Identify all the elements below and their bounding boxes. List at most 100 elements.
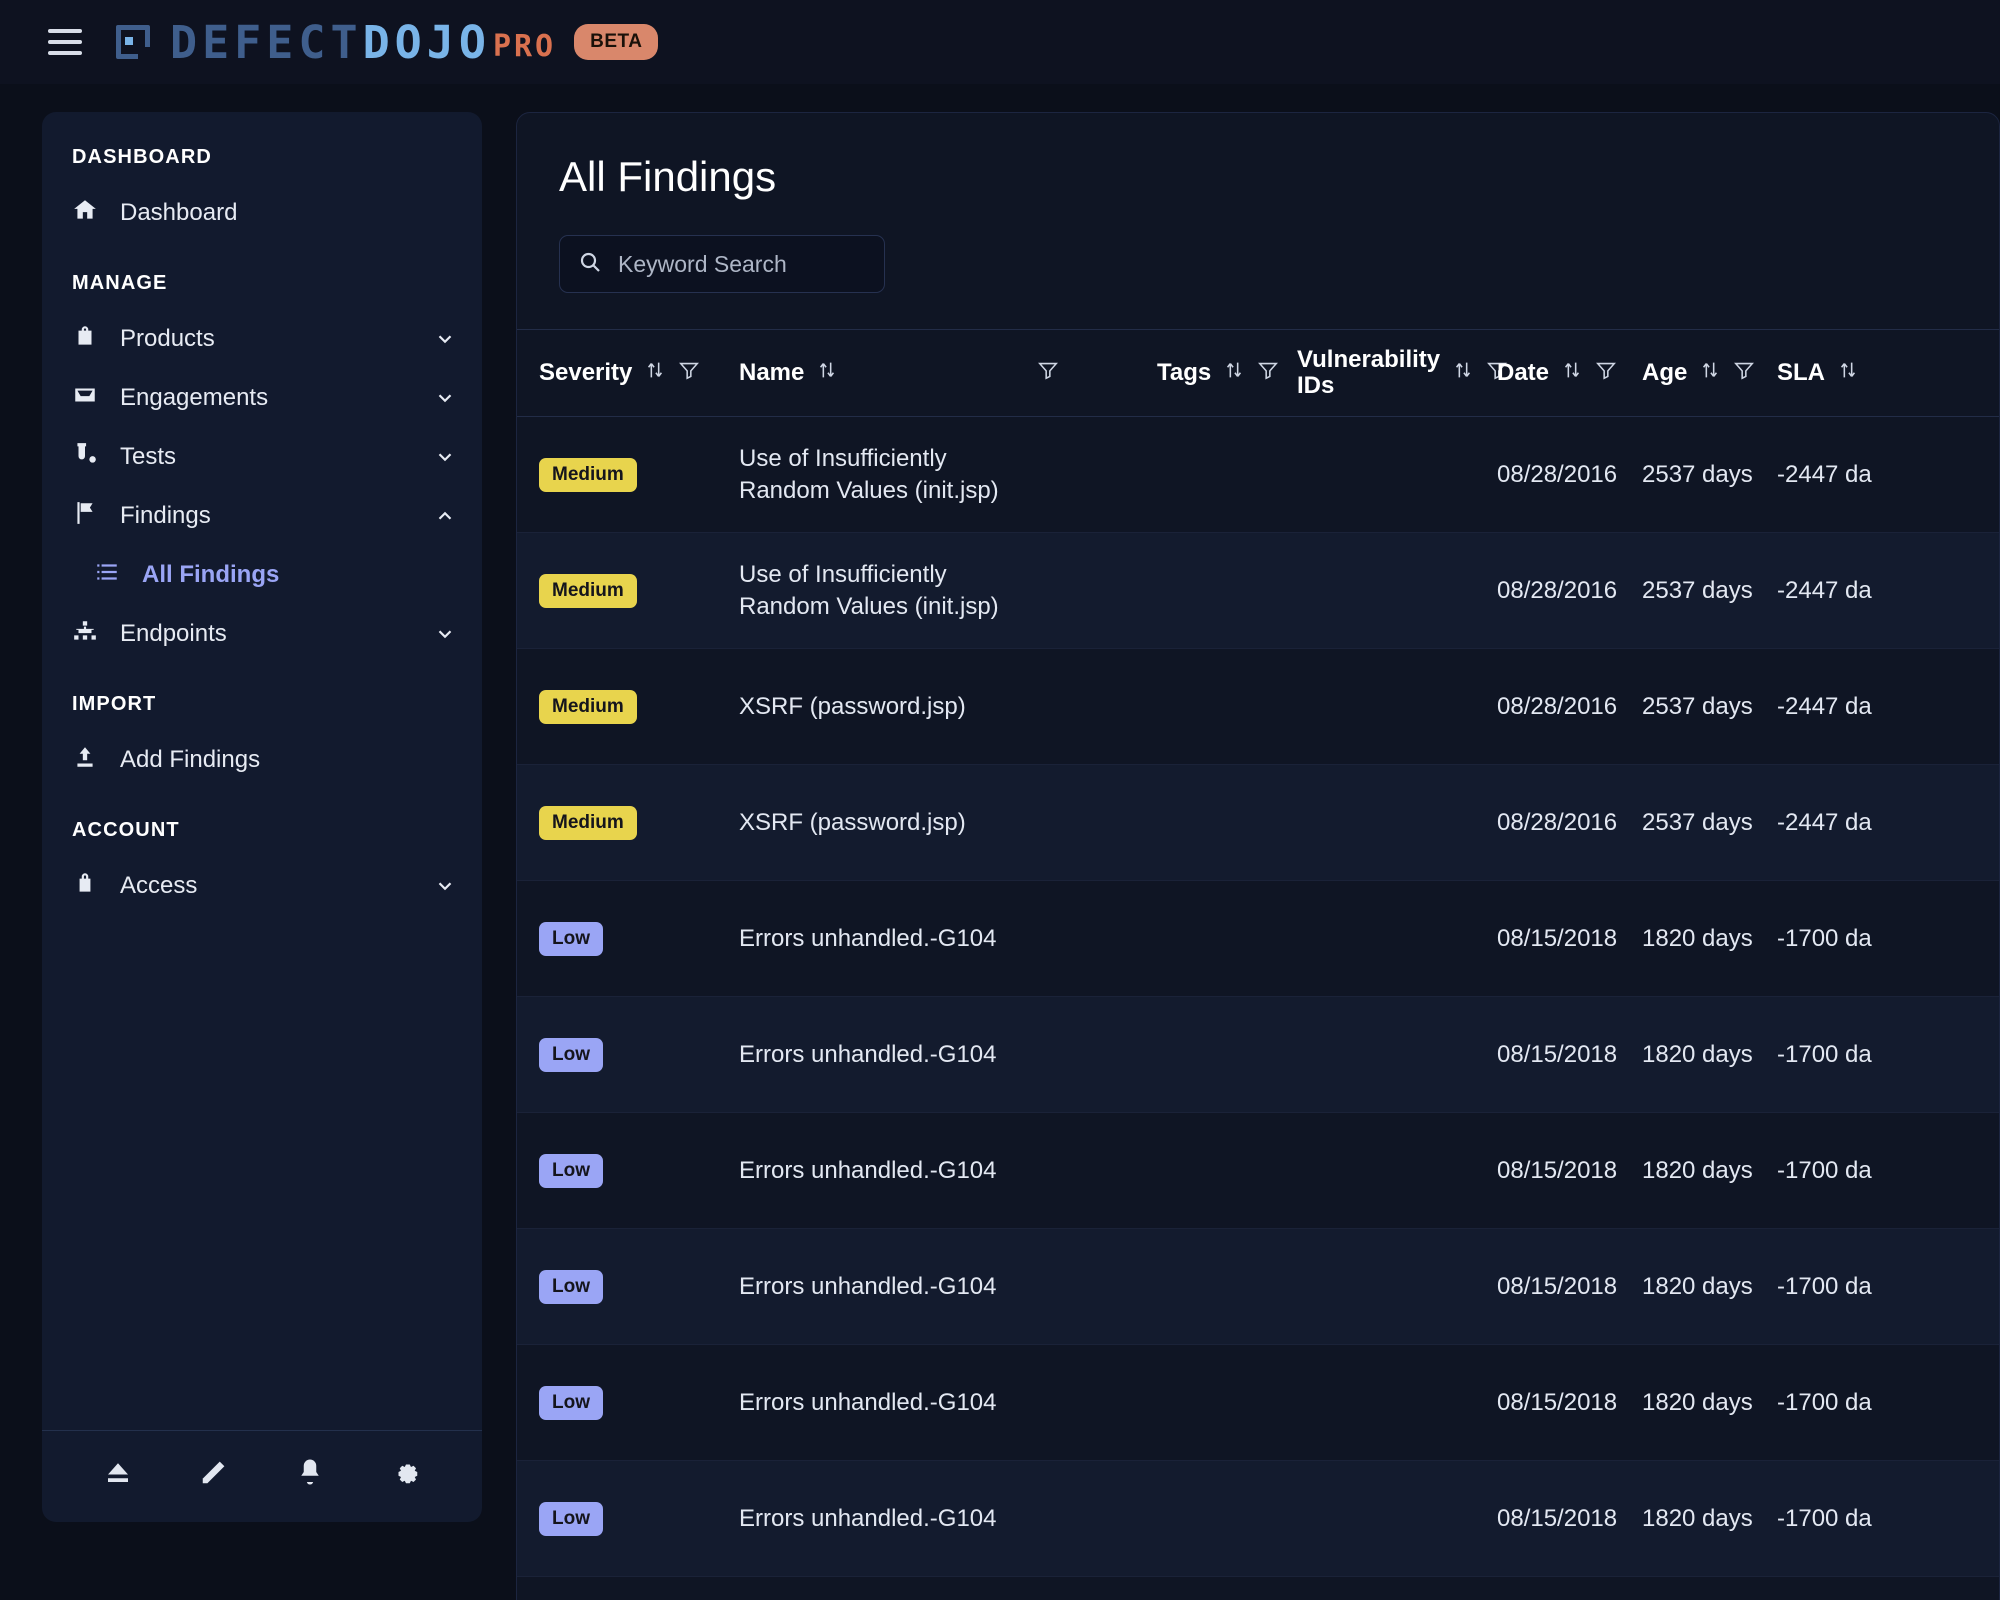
chevron-down-icon[interactable] [434, 387, 456, 409]
chevron-down-icon[interactable] [434, 623, 456, 645]
cell-age: 1820 days [1642, 1041, 1777, 1069]
cell-severity: Low [539, 1386, 739, 1420]
filter-icon[interactable] [1595, 359, 1617, 388]
table-row[interactable]: LowErrors unhandled.-G10408/15/20181820 … [517, 881, 1999, 997]
table-row[interactable]: LowErrors unhandled.-G10408/15/20181820 … [517, 1113, 1999, 1229]
column-label: Tags [1157, 360, 1211, 386]
column-header-name-filter[interactable] [1037, 359, 1157, 388]
severity-badge: Medium [539, 690, 637, 724]
search-box[interactable] [559, 235, 885, 293]
table-row[interactable]: MediumXSRF (password.jsp)08/28/20162537 … [517, 765, 1999, 881]
sidebar-item-engagements[interactable]: Engagements [42, 368, 482, 427]
cell-age: 2537 days [1642, 693, 1777, 721]
table-row[interactable]: LowErrors unhandled.-G10408/15/20181820 … [517, 1229, 1999, 1345]
top-bar: DEFECT DOJO PRO BETA [0, 0, 2000, 84]
column-label: Date [1497, 360, 1549, 386]
sort-icon[interactable] [644, 359, 666, 388]
cell-severity: Low [539, 1502, 739, 1536]
sidebar-item-label: Tests [120, 443, 412, 471]
sort-icon[interactable] [816, 359, 838, 388]
eject-icon[interactable] [103, 1457, 133, 1492]
column-header-sla[interactable]: SLA [1777, 359, 1912, 388]
cell-severity: Low [539, 922, 739, 956]
brand-defect: DEFECT [170, 16, 363, 69]
sort-icon[interactable] [1223, 359, 1245, 388]
cell-sla: -1700 da [1777, 1505, 1912, 1533]
severity-badge: Low [539, 1038, 603, 1072]
table-body: MediumUse of Insufficiently Random Value… [517, 417, 1999, 1577]
sidebar-item-tests[interactable]: Tests [42, 427, 482, 486]
cell-sla: -1700 da [1777, 1157, 1912, 1185]
column-header-date[interactable]: Date [1497, 359, 1642, 388]
sort-icon[interactable] [1561, 359, 1583, 388]
sidebar-item-dashboard[interactable]: Dashboard [42, 183, 482, 242]
hamburger-icon[interactable] [48, 29, 82, 55]
sort-icon[interactable] [1699, 359, 1721, 388]
sidebar-item-label: Dashboard [120, 199, 456, 227]
cell-age: 1820 days [1642, 1505, 1777, 1533]
cell-sla: -2447 da [1777, 577, 1912, 605]
column-header-vulnerability-ids[interactable]: Vulnerability IDs [1297, 347, 1497, 399]
cell-name: Errors unhandled.-G104 [739, 923, 1037, 955]
column-label: Severity [539, 360, 632, 386]
table-row[interactable]: MediumUse of Insufficiently Random Value… [517, 417, 1999, 533]
beta-badge: BETA [574, 24, 658, 60]
sidebar-item-label: Add Findings [120, 746, 456, 774]
chevron-down-icon[interactable] [434, 446, 456, 468]
brand[interactable]: DEFECT DOJO PRO BETA [116, 16, 658, 69]
upload-icon [72, 744, 98, 775]
home-icon [72, 197, 98, 228]
cell-date: 08/15/2018 [1497, 1157, 1642, 1185]
severity-badge: Medium [539, 806, 637, 840]
table-row[interactable]: LowErrors unhandled.-G10408/15/20181820 … [517, 1345, 1999, 1461]
sidebar-item-label: Endpoints [120, 620, 412, 648]
sidebar-section-manage: MANAGE [42, 272, 482, 295]
filter-icon[interactable] [678, 359, 700, 388]
page-title: All Findings [517, 153, 1999, 201]
pencil-icon[interactable] [199, 1457, 229, 1492]
sidebar-item-products[interactable]: Products [42, 309, 482, 368]
column-header-name[interactable]: Name [739, 359, 1037, 388]
cell-severity: Medium [539, 458, 739, 492]
table-row[interactable]: LowErrors unhandled.-G104 08/15/20181820 … [517, 1461, 1999, 1577]
sidebar-footer [42, 1430, 482, 1522]
search-input[interactable] [618, 251, 866, 278]
sort-icon[interactable] [1837, 359, 1859, 388]
sidebar-item-add-findings[interactable]: Add Findings [42, 730, 482, 789]
table-row[interactable]: MediumXSRF (password.jsp)08/28/20162537 … [517, 649, 1999, 765]
bag-icon [72, 323, 98, 354]
cell-name: XSRF (password.jsp) [739, 691, 1037, 723]
sidebar-section-import: IMPORT [42, 693, 482, 716]
chevron-up-icon[interactable] [434, 505, 456, 527]
severity-badge: Low [539, 1270, 603, 1304]
cell-age: 1820 days [1642, 925, 1777, 953]
cell-date: 08/15/2018 [1497, 1389, 1642, 1417]
table-row[interactable]: LowErrors unhandled.-G10408/15/20181820 … [517, 997, 1999, 1113]
sidebar-item-all-findings[interactable]: All Findings [42, 545, 482, 604]
cell-name: Errors unhandled.-G104 [739, 1503, 1037, 1535]
sidebar-item-findings[interactable]: Findings [42, 486, 482, 545]
filter-icon[interactable] [1733, 359, 1755, 388]
filter-icon[interactable] [1257, 359, 1279, 388]
chevron-down-icon[interactable] [434, 328, 456, 350]
cell-age: 1820 days [1642, 1157, 1777, 1185]
table-row[interactable]: MediumUse of Insufficiently Random Value… [517, 533, 1999, 649]
sidebar-item-endpoints[interactable]: Endpoints [42, 604, 482, 663]
chevron-down-icon[interactable] [434, 875, 456, 897]
sidebar-item-access[interactable]: Access [42, 856, 482, 915]
filter-icon[interactable] [1037, 359, 1059, 388]
pagination: « ‹ 161 to 170 of 346 › » 10 [517, 1577, 1999, 1600]
gear-icon[interactable] [391, 1457, 421, 1492]
sort-icon[interactable] [1452, 359, 1474, 388]
cell-age: 2537 days [1642, 809, 1777, 837]
column-header-severity[interactable]: Severity [539, 359, 739, 388]
flag-icon [72, 500, 98, 531]
testtube-icon [72, 441, 98, 472]
cell-severity: Medium [539, 690, 739, 724]
bell-icon[interactable] [295, 1457, 325, 1492]
column-label: Vulnerability IDs [1297, 347, 1440, 399]
cell-sla: -1700 da [1777, 925, 1912, 953]
column-header-tags[interactable]: Tags [1157, 359, 1297, 388]
column-header-age[interactable]: Age [1642, 359, 1777, 388]
cell-date: 08/15/2018 [1497, 1505, 1642, 1533]
